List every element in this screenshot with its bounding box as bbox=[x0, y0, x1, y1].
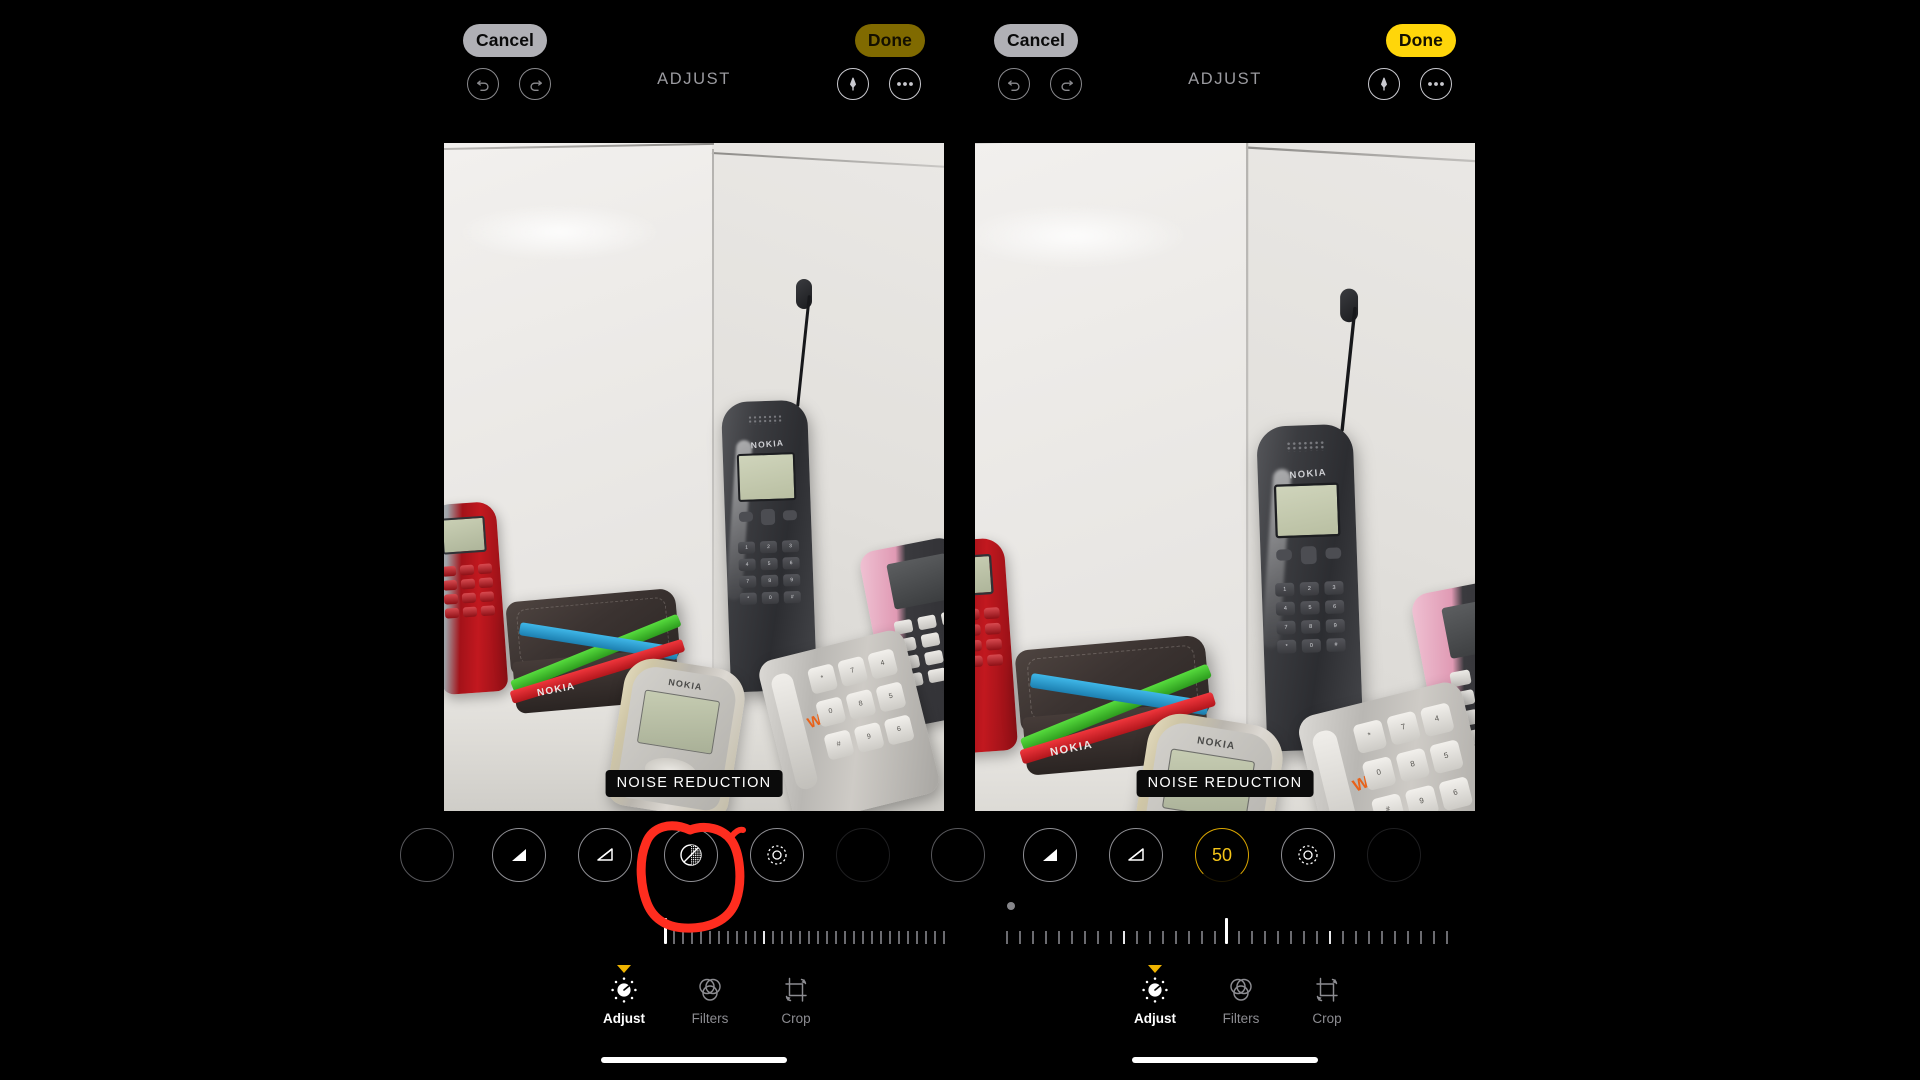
tab-label-adjust: Adjust bbox=[603, 1011, 645, 1026]
bottom-tab-bar-after: Adjust Filters Crop bbox=[975, 965, 1475, 1043]
edit-icon-row bbox=[975, 68, 1475, 110]
photo-preview-before[interactable]: NOKIA 123 456 789 * 0 # W * 7 4 0 8 5 # … bbox=[444, 143, 944, 811]
adjust-slider-after[interactable] bbox=[1005, 902, 1449, 944]
done-button[interactable]: Done bbox=[1385, 24, 1456, 57]
slider-handle[interactable] bbox=[1225, 918, 1228, 944]
adjust-dial-icon bbox=[581, 971, 667, 1009]
undo-icon[interactable] bbox=[467, 68, 499, 100]
markup-icon[interactable] bbox=[837, 68, 869, 100]
adjust-value-noise-reduction: 50 bbox=[1211, 844, 1233, 865]
home-indicator bbox=[1132, 1057, 1318, 1063]
undo-icon[interactable] bbox=[998, 68, 1030, 100]
slider-handle[interactable] bbox=[664, 918, 667, 944]
tab-label-crop: Crop bbox=[1312, 1011, 1342, 1026]
adjust-tool-strip-after: 50 bbox=[931, 828, 1475, 904]
active-tab-caret-icon bbox=[1148, 965, 1162, 973]
bottom-tab-bar-before: Adjust Filters Crop bbox=[444, 965, 944, 1043]
adjust-slider-before[interactable] bbox=[664, 918, 948, 944]
adjust-tool-strip-before bbox=[400, 828, 944, 904]
adjust-dial-icon bbox=[1112, 971, 1198, 1009]
adjust-tool-next[interactable] bbox=[836, 828, 890, 882]
top-bar: Cancel Done ADJUST bbox=[444, 0, 944, 120]
adjust-tool-noise-reduction[interactable]: 50 bbox=[1195, 828, 1249, 882]
done-button[interactable]: Done bbox=[854, 24, 925, 57]
tab-crop[interactable]: Crop bbox=[1284, 971, 1370, 1026]
panel-before: Cancel Done ADJUST NOKIA 1 2 3 4 5 6 7 8… bbox=[400, 0, 945, 1080]
adjust-tool-sharpen[interactable] bbox=[1281, 828, 1335, 882]
redo-icon[interactable] bbox=[519, 68, 551, 100]
adjust-tool-previous[interactable] bbox=[931, 828, 985, 882]
filters-circles-icon bbox=[1198, 971, 1284, 1009]
tab-filters[interactable]: Filters bbox=[1198, 971, 1284, 1026]
cancel-button[interactable]: Cancel bbox=[463, 24, 547, 57]
cancel-button[interactable]: Cancel bbox=[994, 24, 1078, 57]
screenshot-root: Cancel Done ADJUST NOKIA 1 2 3 4 5 6 7 8… bbox=[0, 0, 1920, 1080]
redo-icon[interactable] bbox=[1050, 68, 1082, 100]
adjust-tool-sharpen[interactable] bbox=[750, 828, 804, 882]
tab-label-filters: Filters bbox=[691, 1011, 729, 1026]
edit-icon-row bbox=[444, 68, 944, 110]
filters-circles-icon bbox=[667, 971, 753, 1009]
active-tab-caret-icon bbox=[617, 965, 631, 973]
tab-adjust[interactable]: Adjust bbox=[1112, 965, 1198, 1026]
more-options-icon[interactable] bbox=[1420, 68, 1452, 100]
slider-reset-dot[interactable] bbox=[1007, 902, 1015, 910]
adjustment-name-badge: NOISE REDUCTION bbox=[605, 770, 783, 797]
adjustment-name-badge: NOISE REDUCTION bbox=[1136, 770, 1314, 797]
home-indicator bbox=[601, 1057, 787, 1063]
panel-after: Cancel Done ADJUST NOKIA 1 2 3 4 5 6 7 8… bbox=[931, 0, 1475, 1080]
top-bar: Cancel Done ADJUST bbox=[975, 0, 1475, 120]
adjust-tool-previous[interactable] bbox=[400, 828, 454, 882]
adjust-tool-definition[interactable] bbox=[1109, 828, 1163, 882]
adjust-tool-definition[interactable] bbox=[578, 828, 632, 882]
crop-frame-icon bbox=[1284, 971, 1370, 1009]
tab-label-crop: Crop bbox=[781, 1011, 811, 1026]
tab-adjust[interactable]: Adjust bbox=[581, 965, 667, 1026]
markup-icon[interactable] bbox=[1368, 68, 1400, 100]
adjust-tool-noise-reduction[interactable] bbox=[664, 828, 718, 882]
adjust-tool-vignette[interactable] bbox=[492, 828, 546, 882]
adjust-tool-next[interactable] bbox=[1367, 828, 1421, 882]
crop-frame-icon bbox=[753, 971, 839, 1009]
more-options-icon[interactable] bbox=[889, 68, 921, 100]
photo-preview-after[interactable]: NOKIA 123 456 789 * 0 # W * 7 4 0 8 5 # … bbox=[975, 143, 1475, 811]
tab-label-adjust: Adjust bbox=[1134, 1011, 1176, 1026]
tab-filters[interactable]: Filters bbox=[667, 971, 753, 1026]
tab-label-filters: Filters bbox=[1222, 1011, 1260, 1026]
tab-crop[interactable]: Crop bbox=[753, 971, 839, 1026]
adjust-tool-vignette[interactable] bbox=[1023, 828, 1077, 882]
